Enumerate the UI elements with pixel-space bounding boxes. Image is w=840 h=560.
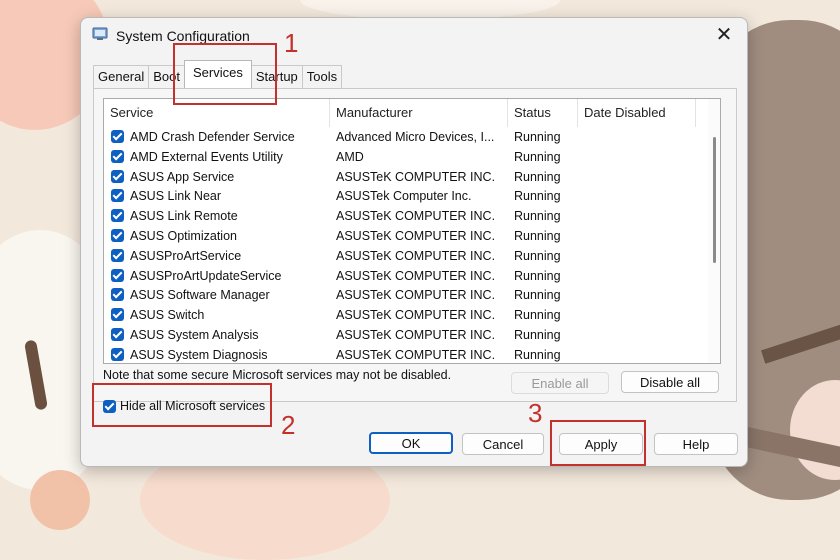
tab-general[interactable]: General (93, 65, 150, 88)
service-name: AMD Crash Defender Service (130, 130, 295, 144)
service-manufacturer: ASUSTeK COMPUTER INC. (336, 268, 496, 283)
table-row[interactable]: ASUS Switch ASUSTeK COMPUTER INC. Running (104, 305, 708, 325)
service-checkbox[interactable] (111, 248, 124, 262)
service-manufacturer: ASUSTeK COMPUTER INC. (336, 347, 496, 362)
service-manufacturer: ASUSTeK COMPUTER INC. (336, 288, 496, 303)
service-name: ASUS Switch (130, 308, 205, 323)
vertical-scrollbar[interactable] (708, 99, 720, 363)
service-date-disabled (584, 206, 694, 226)
service-status: Running (514, 347, 561, 362)
msconfig-icon (92, 27, 108, 40)
service-status: Running (514, 228, 561, 243)
services-list[interactable]: Service Manufacturer Status Date Disable… (103, 98, 721, 364)
service-status: Running (514, 248, 561, 263)
annotation-box-hide-microsoft (92, 383, 272, 427)
wallpaper-shape (30, 470, 90, 530)
disable-all-button[interactable]: Disable all (621, 371, 719, 393)
close-button[interactable]: ✕ (701, 18, 747, 50)
service-name: ASUS Software Manager (130, 288, 270, 303)
service-status: Running (514, 149, 561, 164)
cancel-button[interactable]: Cancel (462, 433, 544, 455)
table-row[interactable]: AMD External Events Utility AMD Running (104, 147, 708, 167)
table-row[interactable]: ASUS System Analysis ASUSTeK COMPUTER INC… (104, 325, 708, 345)
service-date-disabled (584, 186, 694, 206)
services-rows: AMD Crash Defender Service Advanced Micro… (104, 127, 708, 363)
service-status: Running (514, 169, 561, 184)
service-name: AMD External Events Utility (130, 149, 283, 164)
tab-tools[interactable]: Tools (301, 65, 343, 88)
tab-services[interactable]: Services (184, 60, 252, 88)
service-manufacturer: ASUSTek Computer Inc. (336, 189, 472, 204)
service-date-disabled (584, 345, 694, 363)
service-manufacturer: ASUSTeK COMPUTER INC. (336, 209, 496, 224)
table-row[interactable]: ASUSProArtService ASUSTeK COMPUTER INC. Ru… (104, 246, 708, 266)
service-name: ASUS System Diagnosis (130, 347, 268, 362)
service-manufacturer: ASUSTeK COMPUTER INC. (336, 308, 496, 323)
service-date-disabled (584, 305, 694, 325)
service-status: Running (514, 288, 561, 303)
enable-all-button[interactable]: Enable all (511, 372, 609, 394)
service-date-disabled (584, 325, 694, 345)
column-header-date-disabled[interactable]: Date Disabled (578, 99, 696, 127)
service-checkbox[interactable] (111, 189, 124, 203)
service-date-disabled (584, 167, 694, 187)
service-checkbox[interactable] (111, 228, 124, 242)
table-row[interactable]: ASUS Optimization ASUSTeK COMPUTER INC. Ru… (104, 226, 708, 246)
service-name: ASUSProArtUpdateService (130, 268, 282, 283)
annotation-number-3: 3 (528, 398, 543, 428)
microsoft-services-note: Note that some secure Microsoft services… (103, 368, 452, 382)
service-name: ASUS System Analysis (130, 327, 259, 342)
service-checkbox[interactable] (111, 130, 124, 143)
service-status: Running (514, 327, 561, 342)
tab-strip: General Boot Services Startup Tools (93, 60, 343, 88)
service-date-disabled (584, 285, 694, 305)
service-checkbox[interactable] (111, 209, 124, 223)
service-name: ASUS Link Remote (130, 209, 238, 224)
service-name: ASUS App Service (130, 169, 235, 184)
scrollbar-thumb[interactable] (713, 137, 716, 263)
help-button[interactable]: Help (654, 433, 738, 455)
service-status: Running (514, 130, 561, 144)
service-checkbox[interactable] (111, 308, 124, 322)
service-checkbox[interactable] (111, 169, 124, 183)
service-status: Running (514, 308, 561, 323)
table-row[interactable]: ASUS Link Near ASUSTek Computer Inc. Runni… (104, 186, 708, 206)
service-status: Running (514, 268, 561, 283)
annotation-box-apply (550, 420, 646, 466)
table-row[interactable]: AMD Crash Defender Service Advanced Micro… (104, 127, 708, 147)
close-icon: ✕ (715, 23, 733, 46)
service-manufacturer: AMD (336, 149, 364, 164)
service-name: ASUS Link Near (130, 189, 222, 204)
service-name: ASUSProArtService (130, 248, 242, 263)
service-manufacturer: Advanced Micro Devices, I... (336, 130, 495, 144)
service-date-disabled (584, 266, 694, 286)
service-checkbox[interactable] (111, 149, 124, 163)
service-checkbox[interactable] (111, 268, 124, 282)
service-manufacturer: ASUSTeK COMPUTER INC. (336, 228, 496, 243)
service-manufacturer: ASUSTeK COMPUTER INC. (336, 169, 496, 184)
window-title: System Configuration (116, 28, 250, 44)
service-name: ASUS Optimization (130, 228, 237, 243)
annotation-number-2: 2 (281, 410, 296, 440)
service-manufacturer: ASUSTeK COMPUTER INC. (336, 327, 496, 342)
service-date-disabled (584, 246, 694, 266)
service-checkbox[interactable] (111, 347, 124, 361)
annotation-number-1: 1 (284, 28, 299, 58)
service-date-disabled (584, 147, 694, 167)
service-manufacturer: ASUSTeK COMPUTER INC. (336, 248, 496, 263)
column-header-manufacturer[interactable]: Manufacturer (330, 99, 508, 127)
table-row[interactable]: ASUSProArtUpdateService ASUSTeK COMPUTER … (104, 266, 708, 286)
table-row[interactable]: ASUS System Diagnosis ASUSTeK COMPUTER IN… (104, 345, 708, 363)
service-date-disabled (584, 127, 694, 147)
table-row[interactable]: ASUS App Service ASUSTeK COMPUTER INC. Run… (104, 167, 708, 187)
ok-button[interactable]: OK (369, 432, 453, 454)
column-header-status[interactable]: Status (508, 99, 578, 127)
table-row[interactable]: ASUS Link Remote ASUSTeK COMPUTER INC. Run… (104, 206, 708, 226)
service-checkbox[interactable] (111, 327, 124, 341)
service-status: Running (514, 209, 561, 224)
service-date-disabled (584, 226, 694, 246)
service-checkbox[interactable] (111, 288, 124, 302)
table-row[interactable]: ASUS Software Manager ASUSTeK COMPUTER IN… (104, 285, 708, 305)
service-status: Running (514, 189, 561, 204)
